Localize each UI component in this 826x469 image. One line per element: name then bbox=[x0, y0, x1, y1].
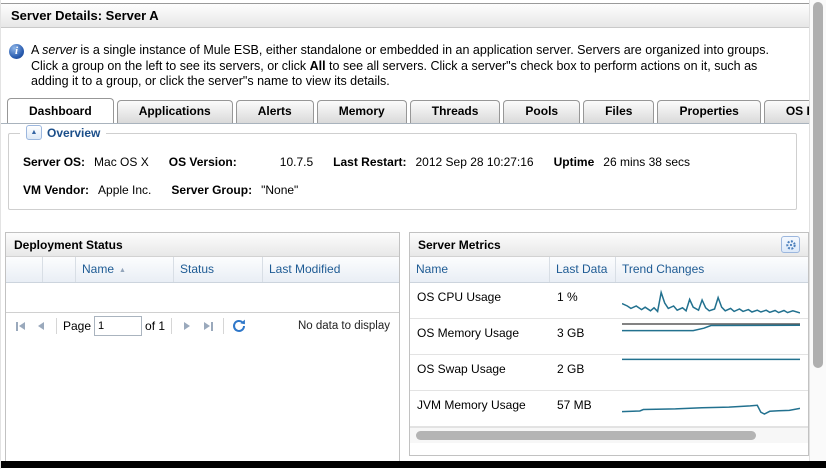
info-banner: i A server is a single instance of Mule … bbox=[9, 43, 797, 90]
first-page-icon[interactable] bbox=[11, 317, 29, 335]
bottom-bar bbox=[1, 461, 826, 468]
field-label: Uptime bbox=[554, 155, 595, 169]
metric-name: OS CPU Usage bbox=[410, 283, 550, 318]
info-text: A server is a single instance of Mule ES… bbox=[31, 43, 797, 90]
column-header-name[interactable]: Name ▲ bbox=[76, 257, 174, 282]
column-header-blank[interactable] bbox=[43, 257, 76, 282]
field-value: Mac OS X bbox=[94, 155, 149, 169]
info-term: server bbox=[42, 43, 77, 57]
tab-bar: Dashboard Applications Alerts Memory Thr… bbox=[1, 97, 819, 124]
sparkline-chart bbox=[622, 393, 800, 423]
empty-grid-message: No data to display bbox=[298, 320, 394, 332]
vertical-scrollbar[interactable] bbox=[809, 0, 826, 462]
column-header-last-modified[interactable]: Last Modified bbox=[263, 257, 399, 282]
page-number-input[interactable] bbox=[94, 316, 142, 336]
metric-value: 3 GB bbox=[550, 319, 616, 354]
prev-page-icon[interactable] bbox=[32, 317, 50, 335]
tab-properties[interactable]: Properties bbox=[657, 100, 760, 123]
field-label: OS Version: bbox=[169, 155, 237, 169]
overview-row: Server OS: Mac OS X OS Version: 10.7.5 L… bbox=[23, 155, 710, 169]
field-label: Server Group: bbox=[171, 183, 252, 197]
column-header-status[interactable]: Status bbox=[174, 257, 263, 282]
metric-value: 57 MB bbox=[550, 391, 616, 426]
vertical-scrollbar-thumb[interactable] bbox=[813, 2, 823, 368]
metric-sparkline-cell bbox=[616, 319, 808, 354]
column-header-blank[interactable] bbox=[6, 257, 43, 282]
next-page-icon[interactable] bbox=[178, 317, 196, 335]
sort-asc-icon: ▲ bbox=[119, 267, 126, 274]
sparkline-chart bbox=[622, 285, 800, 315]
column-header-name[interactable]: Name bbox=[410, 257, 550, 282]
tab-dashboard[interactable]: Dashboard bbox=[7, 98, 114, 124]
metric-name: OS Swap Usage bbox=[410, 355, 550, 390]
page-title: Server Details: Server A bbox=[11, 8, 159, 23]
page-label: Page bbox=[63, 319, 91, 333]
toolbar-separator bbox=[56, 318, 57, 334]
field-label: Server OS: bbox=[23, 155, 85, 169]
metric-value: 1 % bbox=[550, 283, 616, 318]
refresh-icon[interactable] bbox=[230, 317, 248, 335]
metrics-grid-header: Name Last Data Trend Changes bbox=[410, 257, 808, 283]
tab-applications[interactable]: Applications bbox=[117, 100, 233, 123]
info-text-part: A bbox=[31, 43, 42, 57]
metric-row-os-cpu: OS CPU Usage 1 % bbox=[410, 283, 808, 319]
overview-legend-label: Overview bbox=[47, 126, 100, 140]
info-all: All bbox=[310, 59, 326, 73]
deployment-grid-body bbox=[6, 283, 399, 312]
page-of-label: of 1 bbox=[145, 319, 165, 333]
metric-name: JVM Memory Usage bbox=[410, 391, 550, 426]
metrics-panel-title: Server Metrics bbox=[418, 238, 501, 252]
overview-legend: ▲ Overview bbox=[20, 125, 106, 140]
deployment-status-panel: Deployment Status Name ▲ Status Last Modi… bbox=[5, 232, 400, 468]
field-label: VM Vendor: bbox=[23, 183, 89, 197]
metric-sparkline-cell bbox=[616, 355, 808, 390]
sparkline-chart bbox=[622, 357, 800, 387]
metrics-panel-header: Server Metrics bbox=[410, 233, 808, 257]
deployment-grid-header: Name ▲ Status Last Modified bbox=[6, 257, 399, 283]
chevron-up-icon[interactable]: ▲ bbox=[26, 125, 42, 140]
horizontal-scrollbar[interactable] bbox=[410, 427, 808, 443]
field-value: "None" bbox=[261, 183, 298, 197]
tab-alerts[interactable]: Alerts bbox=[236, 100, 314, 123]
last-page-icon[interactable] bbox=[199, 317, 217, 335]
field-value: 2012 Sep 28 10:27:16 bbox=[416, 155, 534, 169]
field-value: Apple Inc. bbox=[98, 183, 151, 197]
metric-value: 2 GB bbox=[550, 355, 616, 390]
column-header-last-data[interactable]: Last Data bbox=[550, 257, 616, 282]
metric-sparkline-cell bbox=[616, 283, 808, 318]
server-metrics-panel: Server Metrics Name Last Data Trend Chan… bbox=[409, 232, 809, 456]
field-value: 10.7.5 bbox=[280, 155, 313, 169]
metric-sparkline-cell bbox=[616, 391, 808, 426]
tab-pools[interactable]: Pools bbox=[503, 100, 580, 123]
overview-row: VM Vendor: Apple Inc. Server Group: "Non… bbox=[23, 183, 318, 197]
tab-files[interactable]: Files bbox=[583, 100, 654, 123]
tab-threads[interactable]: Threads bbox=[410, 100, 501, 123]
title-bar: Server Details: Server A bbox=[1, 3, 811, 28]
metric-row-os-swap: OS Swap Usage 2 GB bbox=[410, 355, 808, 391]
metric-row-os-memory: OS Memory Usage 3 GB bbox=[410, 319, 808, 355]
tab-memory[interactable]: Memory bbox=[317, 100, 407, 123]
toolbar-separator bbox=[223, 318, 224, 334]
server-details-page: Server Details: Server A i A server is a… bbox=[0, 0, 826, 469]
deployment-panel-title: Deployment Status bbox=[14, 238, 123, 252]
field-value: 26 mins 38 secs bbox=[603, 155, 690, 169]
sparkline-chart bbox=[622, 321, 800, 351]
field-label: Last Restart: bbox=[333, 155, 406, 169]
column-label: Name bbox=[82, 262, 114, 276]
deployment-panel-header: Deployment Status bbox=[6, 233, 399, 257]
horizontal-scrollbar-thumb[interactable] bbox=[416, 431, 756, 440]
overview-section: ▲ Overview Server OS: Mac OS X OS Versio… bbox=[8, 133, 797, 210]
toolbar-separator bbox=[171, 318, 172, 334]
info-icon: i bbox=[9, 44, 24, 59]
column-header-trend-changes[interactable]: Trend Changes bbox=[616, 257, 808, 282]
paging-toolbar: Page of 1 No data to display bbox=[6, 312, 399, 339]
gear-icon[interactable] bbox=[781, 236, 800, 253]
metric-name: OS Memory Usage bbox=[410, 319, 550, 354]
metric-row-jvm-memory: JVM Memory Usage 57 MB bbox=[410, 391, 808, 427]
